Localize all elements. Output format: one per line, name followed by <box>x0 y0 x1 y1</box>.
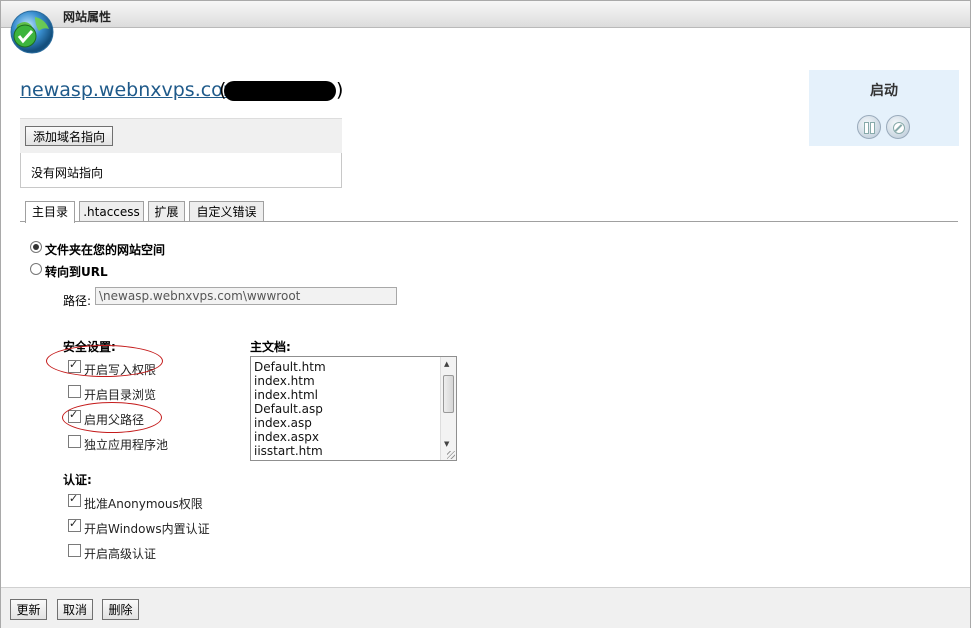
default-docs-title: 主文档: <box>250 340 291 354</box>
tabs-divider <box>20 221 958 222</box>
scroll-down-icon[interactable]: ▼ <box>444 440 449 448</box>
tab-extensions[interactable]: 扩展 <box>148 201 185 222</box>
directory-browsing-label: 开启目录浏览 <box>84 388 157 402</box>
auth-title: 认证: <box>63 473 92 487</box>
radio-url-label: 转向到URL <box>45 265 108 279</box>
cancel-button[interactable]: 取消 <box>57 599 93 620</box>
list-item: index.html <box>254 388 318 402</box>
checkbox-anonymous[interactable] <box>68 492 81 507</box>
title-bar: 网站属性 <box>1 1 970 28</box>
highlight-oval-parent-paths <box>62 402 162 433</box>
list-item: index.htm <box>254 374 315 388</box>
checkbox-app-pool[interactable] <box>68 435 81 448</box>
no-pointer-text: 没有网站指向 <box>31 166 104 180</box>
close-paren: ) <box>336 79 344 101</box>
list-item: iisstart.htm <box>254 444 323 458</box>
advanced-auth-label: 开启高级认证 <box>84 547 157 561</box>
window-title: 网站属性 <box>63 10 112 24</box>
delete-button[interactable]: 删除 <box>102 599 139 620</box>
add-domain-pointer-button[interactable]: 添加域名指向 <box>25 126 113 146</box>
properties-window: 网站属性 newasp.webnxvps.com ( ) 启动 添加域名指向 没… <box>0 0 971 628</box>
radio-url[interactable] <box>30 263 42 275</box>
checkbox-windows-auth[interactable] <box>68 517 81 532</box>
update-button[interactable]: 更新 <box>10 599 47 620</box>
site-domain-link[interactable]: newasp.webnxvps.com <box>20 79 241 101</box>
pause-icon[interactable] <box>857 115 881 139</box>
resize-grip-icon[interactable] <box>447 451 455 459</box>
status-label: 启动 <box>870 83 898 99</box>
list-item: Default.htm <box>254 360 326 374</box>
anonymous-label: 批准Anonymous权限 <box>84 497 203 511</box>
path-input[interactable] <box>95 287 397 305</box>
tab-htaccess[interactable]: .htaccess <box>79 201 144 222</box>
checkbox-advanced-auth[interactable] <box>68 544 81 557</box>
checkbox-directory-browsing[interactable] <box>68 385 81 398</box>
tab-custom-errors[interactable]: 自定义错误 <box>189 201 264 222</box>
app-pool-label: 独立应用程序池 <box>84 438 169 452</box>
radio-folder[interactable] <box>30 241 42 253</box>
list-item: index.asp <box>254 416 312 430</box>
scroll-thumb[interactable] <box>443 375 454 413</box>
scroll-up-icon[interactable]: ▲ <box>444 360 449 368</box>
site-status-panel: 启动 <box>809 70 959 146</box>
list-item: Default.asp <box>254 402 323 416</box>
redacted-ip <box>224 81 336 101</box>
domain-pointer-list: 没有网站指向 <box>20 153 342 188</box>
stop-icon[interactable] <box>886 115 910 139</box>
highlight-oval-write <box>46 345 163 377</box>
scrollbar[interactable]: ▲ ▼ <box>440 357 456 460</box>
windows-auth-label: 开启Windows内置认证 <box>84 522 210 536</box>
default-docs-textarea[interactable]: Default.htm index.htm index.html Default… <box>250 356 457 461</box>
globe-icon <box>10 10 54 54</box>
tab-home-directory[interactable]: 主目录 <box>25 201 75 223</box>
footer-bar <box>1 587 970 628</box>
radio-folder-label: 文件夹在您的网站空间 <box>45 243 166 257</box>
list-item: index.aspx <box>254 430 319 444</box>
path-label: 路径: <box>63 294 92 308</box>
